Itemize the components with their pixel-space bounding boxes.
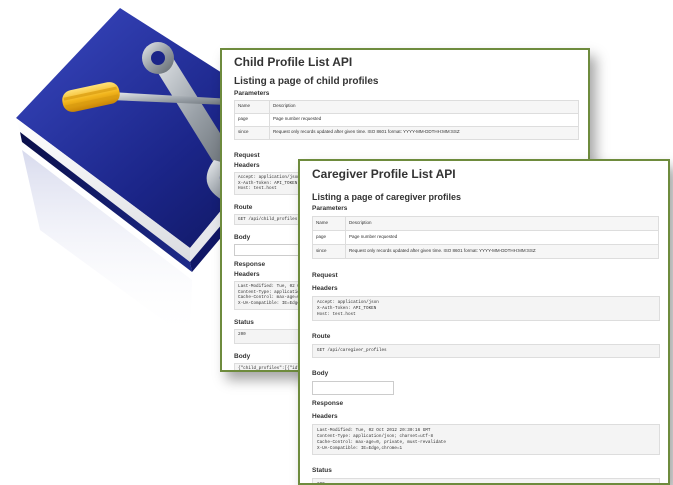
- param-name: since: [234, 126, 270, 140]
- body-label: Body: [312, 370, 329, 378]
- request-heading: Request: [234, 152, 260, 159]
- section-title: Listing a page of child profiles: [234, 76, 379, 87]
- response-heading: Response: [312, 400, 344, 408]
- request-body-box: [312, 381, 394, 396]
- param-name: page: [312, 230, 346, 245]
- table-header-row: Name Description: [312, 216, 659, 231]
- param-description: Page number requested: [345, 230, 659, 245]
- column-header-name: Name: [312, 216, 346, 231]
- parameters-table: Name Description page Page number reques…: [312, 216, 659, 259]
- response-headers-label: Headers: [312, 413, 338, 421]
- request-heading: Request: [312, 272, 338, 279]
- status-label: Status: [312, 467, 332, 475]
- table-row: since Request only records updated after…: [312, 244, 659, 259]
- response-headers-code: Last-Modified: Tue, 02 Oct 2012 20:30:16…: [312, 424, 660, 456]
- page-title: Caregiver Profile List API: [312, 167, 456, 181]
- route-label: Route: [312, 333, 331, 341]
- param-description: Request only records updated after given…: [269, 126, 579, 140]
- param-description: Request only records updated after given…: [345, 244, 659, 259]
- column-header-description: Description: [269, 100, 579, 114]
- request-headers-label: Headers: [312, 285, 338, 292]
- section-title: Listing a page of caregiver profiles: [312, 192, 462, 202]
- table-row: since Request only records updated after…: [234, 126, 579, 140]
- caregiver-profile-api-card: Caregiver Profile List API Listing a pag…: [298, 159, 670, 485]
- column-header-description: Description: [345, 216, 659, 231]
- param-name: since: [312, 244, 346, 259]
- table-row: page Page number requested: [312, 230, 659, 245]
- param-description: Page number requested: [269, 113, 579, 127]
- parameters-heading: Parameters: [234, 90, 270, 97]
- request-headers-code: Accept: application/json X-Auth-Token: A…: [312, 296, 660, 322]
- route-code: GET /api/caregiver_profiles: [312, 344, 660, 359]
- param-name: page: [234, 113, 270, 127]
- parameters-table: Name Description page Page number reques…: [234, 100, 579, 140]
- column-header-name: Name: [234, 100, 270, 114]
- table-header-row: Name Description: [234, 100, 579, 114]
- status-code: 200: [312, 478, 660, 483]
- page-title: Child Profile List API: [234, 55, 353, 69]
- table-row: page Page number requested: [234, 113, 579, 127]
- parameters-heading: Parameters: [312, 205, 348, 212]
